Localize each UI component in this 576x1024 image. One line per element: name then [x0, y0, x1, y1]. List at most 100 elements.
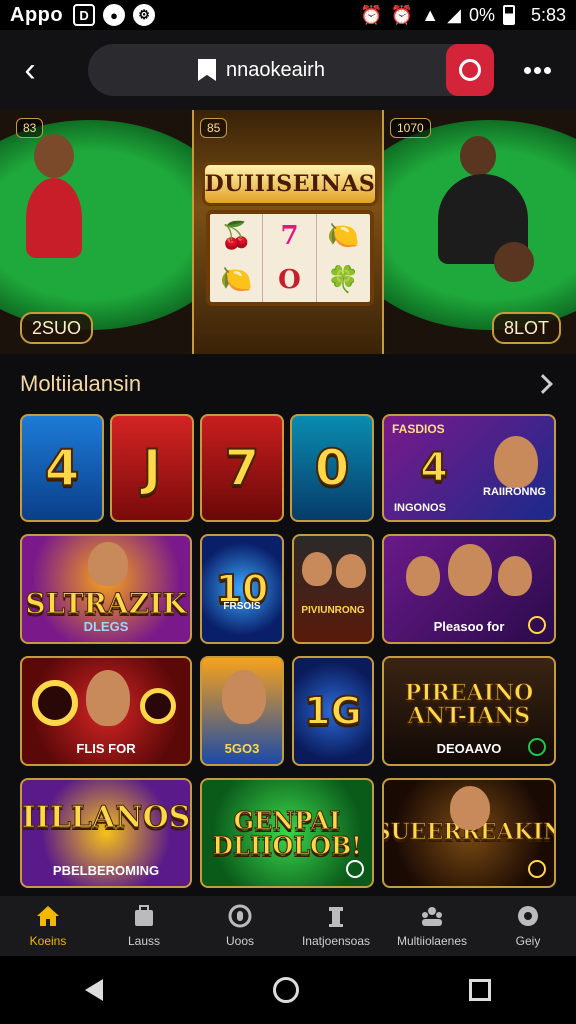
dot-icon [543, 66, 551, 74]
nav-label: Koeins [29, 934, 67, 948]
game-tile[interactable]: PIREAINO ANT-IANS DEOAAVO [382, 656, 556, 766]
system-home-button[interactable] [273, 977, 299, 1003]
section-header[interactable]: Moltiialansin [20, 366, 556, 402]
dealer-body [26, 178, 82, 258]
game-tile[interactable]: 10 FRSOIS [200, 534, 284, 644]
character-portrait [302, 552, 332, 586]
game-tile[interactable]: IILLANOS PBELBEROMING [20, 778, 192, 888]
battery-icon [502, 5, 523, 25]
character-portrait [498, 556, 532, 596]
game-tile[interactable]: Pleasoo for [382, 534, 556, 644]
status-bar: Appo D ● ⚙ ⏰ ⏰ ▲ ◢ 0% 5:83 [0, 0, 576, 30]
chevron-right-icon[interactable] [533, 374, 553, 394]
game-tile[interactable]: FLIS FOR [20, 656, 192, 766]
reel-symbol: O [263, 258, 317, 302]
nav-item-coins[interactable]: Uoos [192, 896, 288, 956]
reel-symbol: 🍋 [327, 221, 360, 251]
dot-icon [533, 66, 541, 74]
back-button[interactable]: ‹ [0, 40, 60, 100]
character-portrait [88, 542, 128, 586]
settings-icon: ⚙ [133, 4, 156, 26]
people-icon [422, 907, 442, 926]
character-portrait [86, 670, 130, 726]
status-time: 5:83 [530, 4, 566, 25]
slot-machine: DUIIISEINAS 🍒 7 🍋 🍋 O 🍀 [192, 110, 384, 354]
game-tile[interactable]: PIVIUNRONG [292, 534, 374, 644]
briefcase-icon [135, 905, 153, 926]
nav-item-gifts[interactable]: Geiy [480, 896, 576, 956]
section-title: Moltiialansin [20, 371, 142, 396]
info-icon[interactable] [346, 860, 364, 878]
character-portrait [406, 556, 440, 596]
character-portrait [494, 436, 538, 488]
hero-label-right[interactable]: 8LOT [492, 312, 562, 344]
tile-subtitle: PBELBEROMING [52, 863, 160, 878]
hero-badge-right: 1070 [390, 118, 431, 138]
url-text[interactable]: nnaokeairh [226, 59, 325, 82]
game-tile[interactable]: 4 [20, 414, 104, 522]
game-tile[interactable]: SLTRAZIK DLEGS [20, 534, 192, 644]
hero-badge-left: 83 [16, 118, 44, 138]
slot-title: DUIIISEINAS [202, 162, 378, 206]
bookmark-icon[interactable] [198, 59, 216, 81]
hero-label-left[interactable]: 2SUO [20, 312, 94, 344]
alarm-icon-2: ⏰ [390, 4, 414, 25]
reel-symbol: 7 [263, 214, 317, 258]
info-icon[interactable] [528, 860, 546, 878]
slot-reels: 🍒 7 🍋 🍋 O 🍀 [206, 210, 374, 306]
tile-title: GENPAI DLIIOLOB! [212, 805, 363, 860]
tile-subtitle: 5GO3 [224, 741, 260, 756]
tile-title: IILLANOS [21, 800, 191, 836]
game-tile[interactable]: 5GO3 [200, 656, 284, 766]
tile-title: 1G [303, 688, 363, 734]
dealer-head [34, 134, 74, 178]
trophy-icon [329, 907, 343, 927]
coin-icon [228, 904, 252, 928]
url-bar[interactable]: nnaokeairh [88, 44, 494, 96]
game-tile[interactable]: SUEERREAKIN [382, 778, 556, 888]
game-tile[interactable]: GENPAI DLIIOLOB! [200, 778, 374, 888]
info-icon[interactable] [528, 738, 546, 756]
signal-icon: ◢ [447, 4, 461, 25]
shield-icon [459, 59, 481, 81]
nav-label: Uoos [225, 934, 254, 948]
game-tile[interactable]: 1G [292, 656, 374, 766]
character-portrait [450, 786, 490, 830]
system-navigation-bar [0, 956, 576, 1024]
site-action-button[interactable] [446, 44, 494, 96]
chevron-left-icon: ‹ [24, 50, 36, 89]
system-recents-button[interactable] [469, 979, 491, 1001]
reel-symbol: 🍒 [210, 214, 264, 258]
hero-badge-center: 85 [200, 118, 228, 138]
alarm-icon: ⏰ [360, 4, 383, 25]
nav-item-games[interactable]: Lauss [96, 896, 192, 956]
character-portrait [448, 544, 492, 596]
info-icon[interactable] [528, 616, 546, 634]
more-menu-button[interactable] [520, 58, 554, 82]
tile-top-label: FASDIOS [392, 422, 445, 436]
roulette-wheel-icon [140, 688, 176, 724]
gift-icon [518, 906, 538, 926]
tile-title: 7 [224, 438, 261, 498]
nav-label: Inatjoensoas [301, 934, 371, 948]
system-back-button[interactable] [85, 979, 103, 1001]
game-tile[interactable]: FASDIOS 4 INGONOS RAIIRONNG [382, 414, 556, 522]
nav-item-home[interactable]: Koeins [0, 896, 96, 956]
reel-symbol: 🍋 [210, 258, 264, 302]
tile-subtitle: INGONOS [394, 502, 446, 514]
game-tile[interactable]: J [110, 414, 194, 522]
game-tile[interactable]: 0 [290, 414, 374, 522]
tile-title: J [142, 438, 163, 498]
character-portrait [336, 554, 366, 588]
wifi-icon: ▲ [421, 4, 440, 25]
messenger-icon: ● [103, 4, 126, 26]
nav-item-multiplayer[interactable]: Multiiolaenes [384, 896, 480, 956]
nav-label: Geiy [515, 934, 541, 948]
bottom-navigation: Koeins Lauss Uoos Inatjoensoas Multiiola… [0, 896, 576, 956]
game-tile[interactable]: 7 [200, 414, 284, 522]
nav-item-tournaments[interactable]: Inatjoensoas [288, 896, 384, 956]
tile-title: 4 [419, 444, 449, 492]
hero-banner[interactable]: DUIIISEINAS 🍒 7 🍋 🍋 O 🍀 83 85 1070 2SUO … [0, 110, 576, 354]
tile-title: 0 [314, 438, 351, 498]
nav-label: Multiiolaenes [396, 934, 468, 948]
